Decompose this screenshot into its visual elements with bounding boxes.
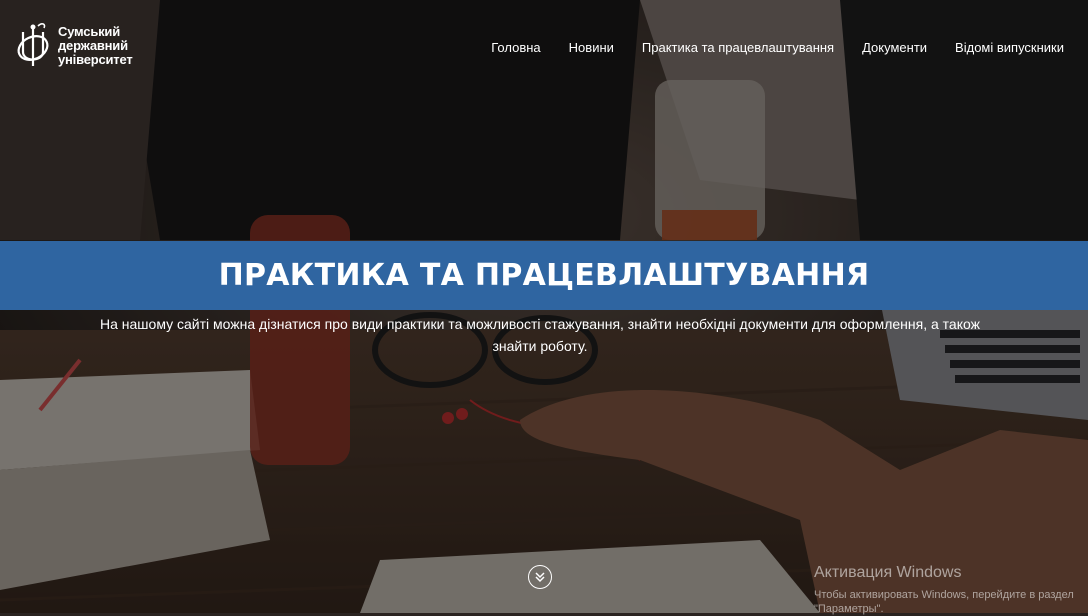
hero-description: На нашому сайті можна дізнатися про види… <box>100 316 980 354</box>
nav-item-documents[interactable]: Документи <box>862 40 927 55</box>
university-name: Сумський державний університет <box>58 25 133 67</box>
scroll-down-button[interactable] <box>528 565 552 589</box>
page-title: ПРАКТИКА ТА ПРАЦЕВЛАШТУВАННЯ <box>218 258 870 293</box>
university-name-line: Сумський <box>58 24 121 39</box>
windows-activation-watermark: Активация Windows Чтобы активировать Win… <box>814 564 1088 616</box>
hero-title-band: ПРАКТИКА ТА ПРАЦЕВЛАШТУВАННЯ <box>0 241 1088 310</box>
double-chevron-down-icon <box>535 572 545 583</box>
watermark-title: Активация Windows <box>814 564 962 581</box>
sumdu-logo-icon <box>17 23 49 66</box>
nav-item-practice[interactable]: Практика та працевлаштування <box>642 40 834 55</box>
nav-item-news[interactable]: Новини <box>569 40 614 55</box>
university-logo[interactable]: Сумський державний університет <box>14 22 133 70</box>
university-name-line: державний <box>58 38 128 53</box>
nav-item-home[interactable]: Головна <box>491 40 540 55</box>
nav-item-alumni[interactable]: Відомі випускники <box>955 40 1064 55</box>
watermark-subtitle: Чтобы активировать Windows, перейдите в … <box>814 589 1074 615</box>
main-navigation: Головна Новини Практика та працевлаштува… <box>491 40 1064 55</box>
university-name-line: університет <box>58 52 133 67</box>
